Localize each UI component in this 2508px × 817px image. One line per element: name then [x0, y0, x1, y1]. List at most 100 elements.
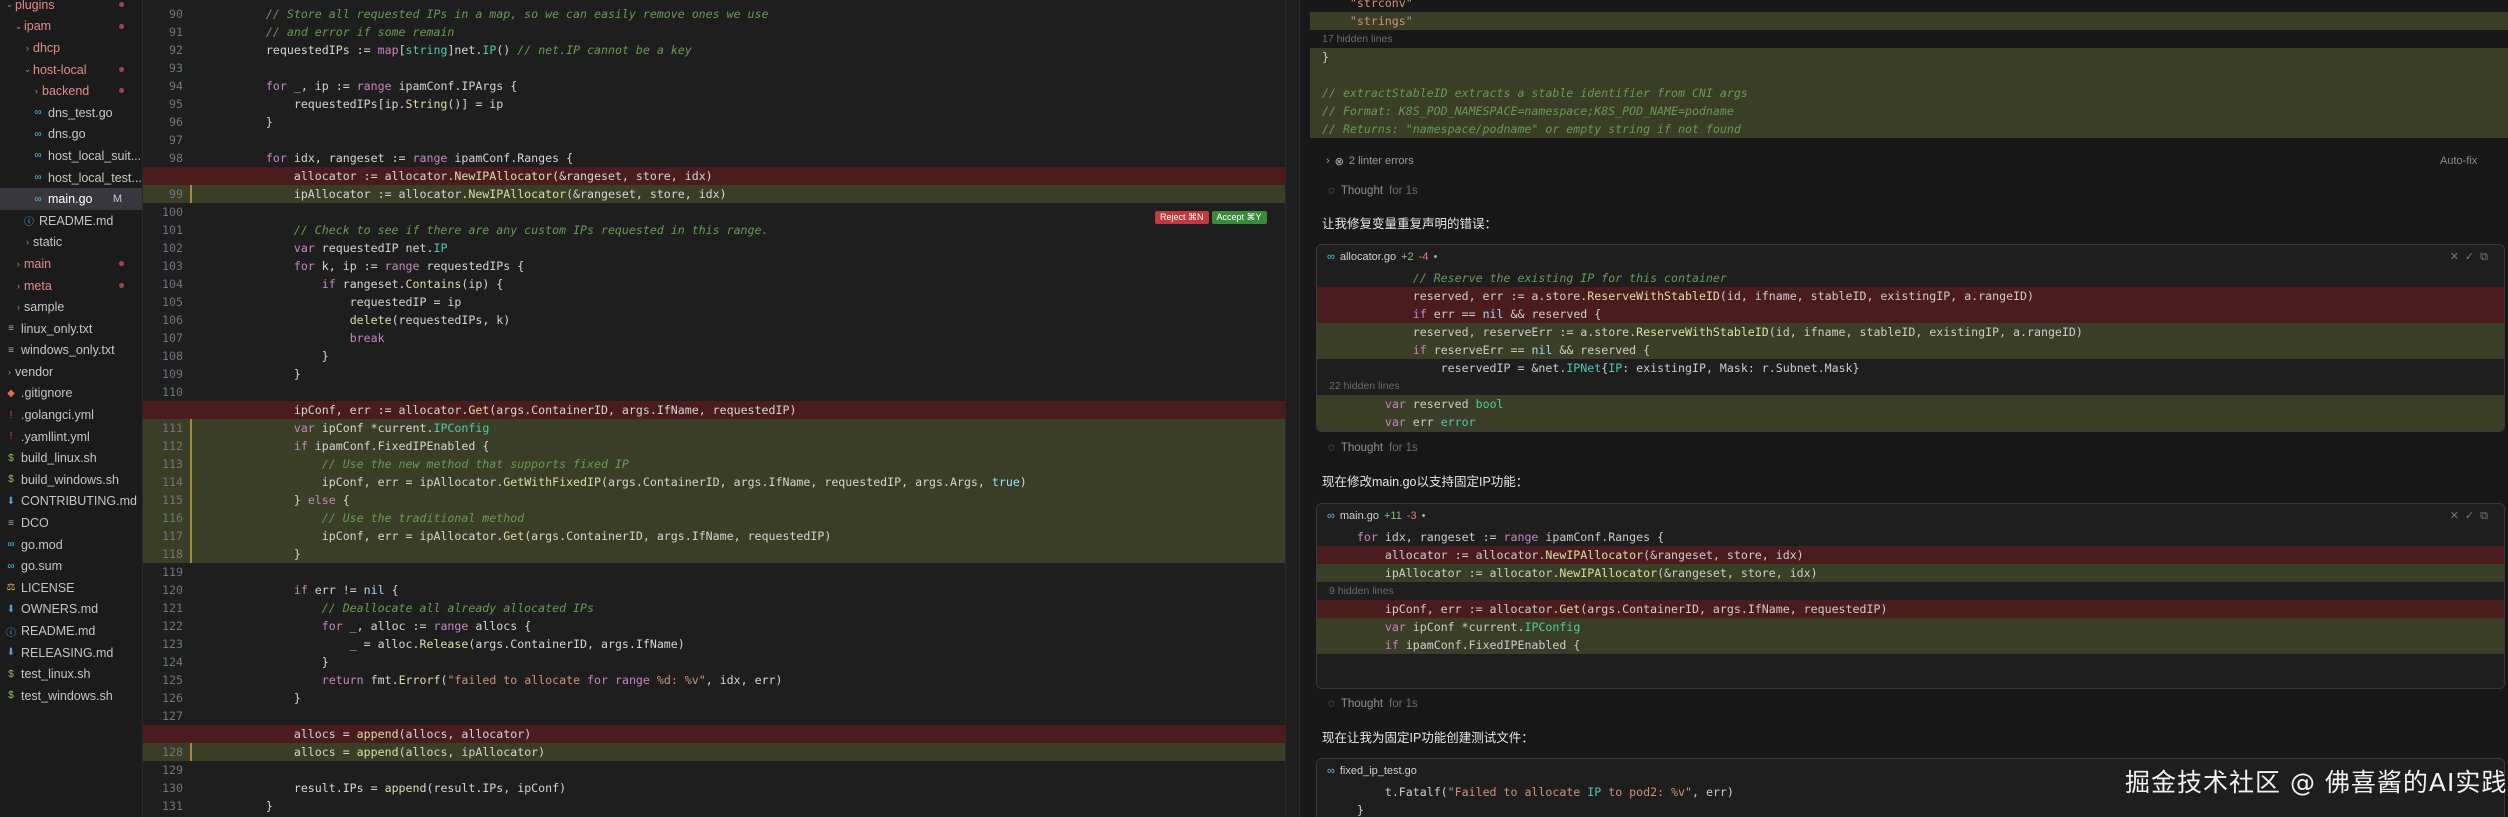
code-line[interactable]: 99 ipAllocator := allocator.NewIPAllocat… [143, 185, 1285, 203]
code-line[interactable]: 101 // Check to see if there are any cus… [143, 221, 1285, 239]
code-line[interactable]: 96 } [143, 113, 1285, 131]
tree-item[interactable]: › static [0, 232, 142, 254]
code-line[interactable]: 102 var requestedIP net.IP [143, 239, 1285, 257]
code-line[interactable]: 103 for k, ip := range requestedIPs { [143, 257, 1285, 275]
thought-time: for 1s [1389, 185, 1418, 197]
code-line[interactable]: 131 } [143, 797, 1285, 815]
hidden-lines-toggle[interactable]: 17 hidden lines [1310, 30, 2508, 48]
code-text: allocs = append(allocs, ipAllocator) [238, 745, 546, 759]
code-line[interactable]: 116 // Use the traditional method [143, 509, 1285, 527]
code-line[interactable]: allocator := allocator.NewIPAllocator(&r… [143, 167, 1285, 185]
code-line[interactable]: 126 } [143, 689, 1285, 707]
hidden-lines-toggle[interactable]: 22 hidden lines [1317, 377, 2504, 395]
code-line[interactable]: 110 [143, 383, 1285, 401]
code-line[interactable]: 118 } [143, 545, 1285, 563]
tree-item[interactable]: ⌄ host-local [0, 59, 142, 81]
tree-item[interactable]: › sample [0, 296, 142, 318]
diff-card-header[interactable]: ∞ allocator.go +2 -4 • ✕✓⧉ [1317, 245, 2504, 269]
code-line[interactable]: 115 } else { [143, 491, 1285, 509]
code-line[interactable]: 109 } [143, 365, 1285, 383]
code-line[interactable]: 92 requestedIPs := map[string]net.IP() /… [143, 41, 1285, 59]
code-line[interactable]: 107 break [143, 329, 1285, 347]
code-line[interactable]: 106 delete(requestedIPs, k) [143, 311, 1285, 329]
code-line[interactable]: 95 requestedIPs[ip.String()] = ip [143, 95, 1285, 113]
code-line[interactable]: 121 // Deallocate all already allocated … [143, 599, 1285, 617]
reject-button[interactable]: Reject ⌘N [1155, 211, 1209, 224]
code-line[interactable]: 130 result.IPs = append(result.IPs, ipCo… [143, 779, 1285, 797]
tree-item[interactable]: $ build_linux.sh [0, 447, 142, 469]
thought-indicator[interactable]: ◌ Thought for 1s [1328, 442, 1418, 454]
code-line[interactable]: 120 if err != nil { [143, 581, 1285, 599]
code-line[interactable]: 105 requestedIP = ip [143, 293, 1285, 311]
code-line[interactable]: ipConf, err := allocator.Get(args.Contai… [143, 401, 1285, 419]
tree-item-label: go.mod [21, 537, 63, 552]
tree-item[interactable]: $ test_windows.sh [0, 685, 142, 707]
code-line[interactable]: 129 [143, 761, 1285, 779]
tree-item[interactable]: ∞ go.sum [0, 555, 142, 577]
auto-fix-button[interactable]: Auto-fix [2440, 155, 2477, 167]
code-line[interactable]: 90 // Store all requested IPs in a map, … [143, 5, 1285, 23]
linter-errors-row[interactable]: › ⊗ 2 linter errors [1326, 155, 1414, 168]
code-line[interactable]: 113 // Use the new method that supports … [143, 455, 1285, 473]
line-number: 104 [162, 277, 183, 291]
code-line[interactable]: allocs = append(allocs, allocator) [143, 725, 1285, 743]
tree-item[interactable]: ∞ host_local_test... [0, 167, 142, 189]
code-line[interactable]: 111 var ipConf *current.IPConfig [143, 419, 1285, 437]
tree-item[interactable]: ⬇ OWNERS.md [0, 599, 142, 621]
tree-item[interactable]: ∞ dns.go [0, 124, 142, 146]
tree-item[interactable]: ∞ dns_test.go [0, 102, 142, 124]
tree-item[interactable]: ⓘ README.md [0, 620, 142, 642]
hidden-lines-toggle[interactable]: 9 hidden lines [1317, 582, 2504, 600]
tree-item[interactable]: ⚖ LICENSE [0, 577, 142, 599]
accept-button[interactable]: Accept ⌘Y [1211, 211, 1267, 224]
code-line[interactable]: 100 [143, 203, 1285, 221]
tree-item[interactable]: ∞ go.mod [0, 534, 142, 556]
tree-item[interactable]: $ test_linux.sh [0, 663, 142, 685]
line-number: 95 [169, 97, 183, 111]
code-line[interactable]: 119 [143, 563, 1285, 581]
editor-scrollbar[interactable] [1285, 0, 1299, 817]
thought-indicator[interactable]: ◌ Thought for 1s [1328, 698, 1418, 710]
tree-item[interactable]: ! .golangci.yml [0, 404, 142, 426]
code-line[interactable]: 127 [143, 707, 1285, 725]
code-line[interactable]: 97 [143, 131, 1285, 149]
tree-item[interactable]: › vendor [0, 361, 142, 383]
card-actions[interactable]: ✕✓⧉ [2450, 250, 2494, 264]
tree-item[interactable]: ≡ windows_only.txt [0, 340, 142, 362]
code-line[interactable]: 128 allocs = append(allocs, ipAllocator) [143, 743, 1285, 761]
tree-item[interactable]: ⓘ README.md [0, 210, 142, 232]
tree-item[interactable]: ∞ main.go M [0, 188, 142, 210]
code-line[interactable]: 125 return fmt.Errorf("failed to allocat… [143, 671, 1285, 689]
tree-item[interactable]: $ build_windows.sh [0, 469, 142, 491]
tree-item[interactable]: ⬇ CONTRIBUTING.md [0, 491, 142, 513]
code-line[interactable]: 98 for idx, rangeset := range ipamConf.R… [143, 149, 1285, 167]
code-line[interactable]: 108 } [143, 347, 1285, 365]
diff-card-header[interactable]: ∞ main.go +11 -3 • ✕✓⧉ [1317, 504, 2504, 528]
code-line[interactable]: 122 for _, alloc := range allocs { [143, 617, 1285, 635]
tree-item[interactable]: › meta [0, 275, 142, 297]
tree-item[interactable]: ≡ linux_only.txt [0, 318, 142, 340]
tree-item[interactable]: ! .yamllint.yml [0, 426, 142, 448]
tree-item[interactable]: ⬇ RELEASING.md [0, 642, 142, 664]
tree-item[interactable]: ∞ host_local_suit... [0, 145, 142, 167]
code-line[interactable]: 123 _ = alloc.Release(args.ContainerID, … [143, 635, 1285, 653]
tree-item[interactable]: ≡ DCO [0, 512, 142, 534]
code-line[interactable]: 91 // and error if some remain [143, 23, 1285, 41]
code-editor[interactable]: 90 // Store all requested IPs in a map, … [143, 0, 1299, 817]
card-actions[interactable]: ✕✓⧉ [2450, 509, 2494, 523]
code-line[interactable]: 114 ipConf, err = ipAllocator.GetWithFix… [143, 473, 1285, 491]
code-line[interactable]: 104 if rangeset.Contains(ip) { [143, 275, 1285, 293]
thought-indicator[interactable]: ◌ Thought for 1s [1328, 185, 1418, 197]
code-line[interactable]: 93 [143, 59, 1285, 77]
tree-item[interactable]: ⌄ ipam [0, 16, 142, 38]
tree-item[interactable]: ⌄ plugins [0, 0, 142, 16]
tree-item[interactable]: › main [0, 253, 142, 275]
additions-count: +11 [1383, 510, 1402, 522]
tree-item[interactable]: › backend [0, 80, 142, 102]
code-line[interactable]: 94 for _, ip := range ipamConf.IPArgs { [143, 77, 1285, 95]
tree-item[interactable]: › dhcp [0, 37, 142, 59]
tree-item[interactable]: ◆ .gitignore [0, 383, 142, 405]
code-line[interactable]: 124 } [143, 653, 1285, 671]
code-line[interactable]: 112 if ipamConf.FixedIPEnabled { [143, 437, 1285, 455]
code-line[interactable]: 117 ipConf, err = ipAllocator.Get(args.C… [143, 527, 1285, 545]
